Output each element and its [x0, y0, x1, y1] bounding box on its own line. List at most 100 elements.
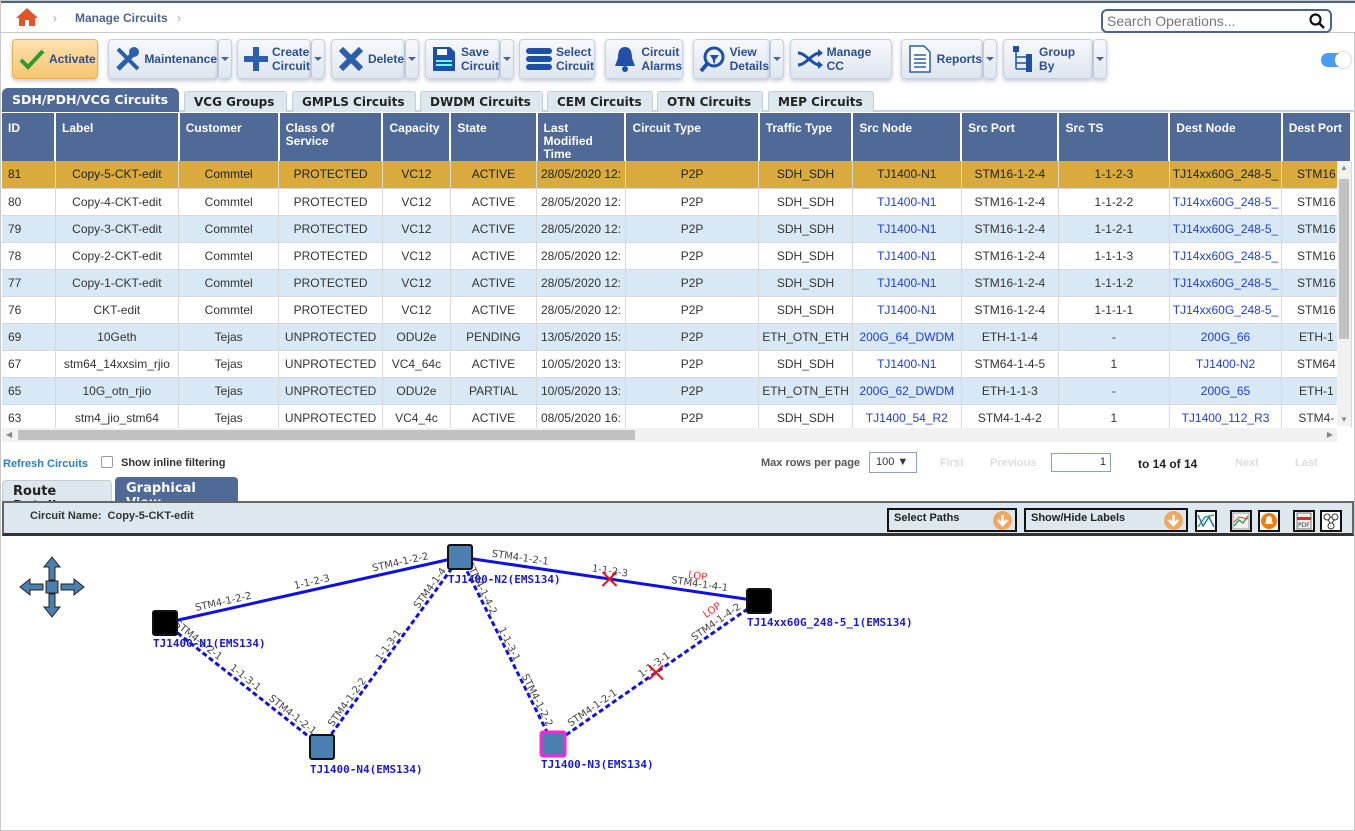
table-cell[interactable]: TJ1400-N1	[852, 215, 962, 243]
select-paths-dropdown[interactable]: Select Paths	[887, 508, 1017, 532]
table-cell[interactable]: TJ14xx60G_248-5_	[1169, 215, 1283, 243]
last-page-button[interactable]: Last	[1295, 457, 1318, 469]
table-cell[interactable]: TJ1400-N1	[852, 242, 962, 270]
create-circuit-button[interactable]: Create Circuit	[237, 39, 311, 79]
table-cell[interactable]: TJ1400-N1	[852, 296, 962, 324]
scroll-up-arrow[interactable]: ▲	[1340, 163, 1348, 172]
save-circuit-button[interactable]: Save Circuit	[425, 39, 500, 79]
activate-button[interactable]: Activate	[12, 39, 98, 79]
first-page-button[interactable]: First	[940, 457, 964, 469]
column-header[interactable]: Dest Port	[1281, 113, 1352, 161]
delete-button[interactable]: Delete	[331, 39, 405, 79]
breadcrumb-manage-circuits[interactable]: Manage Circuits	[75, 11, 168, 25]
table-cell[interactable]: TJ1400_54_R2	[852, 404, 962, 428]
column-header[interactable]: Src TS	[1058, 113, 1171, 161]
table-row[interactable]: 69 10Geth Tejas UNPROTECTED ODU2e PENDING 13/0…	[2, 323, 1352, 351]
table-horizontal-scrollbar[interactable]: ◀ ▶	[2, 428, 1337, 442]
table-row[interactable]: 63 stm4_jio_stm64 Tejas UNPROTECTED VC4_4c AC…	[2, 404, 1352, 428]
table-row[interactable]: 67 stm64_14xxsim_rjio Tejas UNPROTECTED VC4_…	[2, 350, 1352, 378]
reports-dropdown[interactable]	[983, 39, 997, 79]
tab-mep-circuits[interactable]: MEP Circuits	[768, 91, 874, 112]
column-header[interactable]: Class Of Service	[278, 113, 384, 161]
node-n1[interactable]	[152, 610, 178, 636]
previous-page-button[interactable]: Previous	[990, 457, 1036, 469]
show-hide-labels-dropdown[interactable]: Show/Hide Labels	[1024, 508, 1188, 532]
table-cell[interactable]: TJ1400_112_R3	[1169, 404, 1283, 428]
reports-button[interactable]: Reports	[901, 39, 983, 79]
scroll-down-arrow[interactable]: ▼	[1340, 415, 1348, 424]
table-row[interactable]: 65 10G_otn_rjio Tejas UNPROTECTED ODU2e PARTI…	[2, 377, 1352, 405]
tab-vcg-groups[interactable]: VCG Groups	[184, 91, 287, 112]
tab-otn-circuits[interactable]: OTN Circuits	[657, 91, 763, 112]
search-box[interactable]	[1101, 9, 1332, 33]
table-cell[interactable]: TJ1400-N1	[852, 188, 962, 216]
tab-sdh-pdh-vcg-circuits[interactable]: SDH/PDH/VCG Circuits	[2, 88, 179, 112]
node-n2[interactable]	[447, 544, 473, 570]
table-vertical-scrollbar[interactable]: ▲ ▼	[1337, 161, 1351, 426]
search-input[interactable]	[1107, 13, 1307, 29]
table-cell[interactable]: TJ14xx60G_248-5_	[1169, 296, 1283, 324]
scroll-thumb[interactable]	[1339, 179, 1349, 339]
table-row[interactable]: 76 CKT-edit Commtel PROTECTED VC12 ACTIVE 28/0…	[2, 296, 1352, 324]
chart-icon[interactable]	[1230, 510, 1252, 532]
table-cell[interactable]: TJ1400-N2	[1169, 350, 1283, 378]
next-page-button[interactable]: Next	[1235, 457, 1259, 469]
inline-filter-checkbox[interactable]	[101, 456, 113, 468]
table-cell[interactable]: 200G_62_DWDM	[852, 377, 962, 405]
max-rows-select[interactable]: 100 ▼	[869, 452, 917, 473]
alarm-icon[interactable]	[1258, 510, 1280, 532]
tab-gmpls-circuits[interactable]: GMPLS Circuits	[292, 91, 416, 112]
topology-nodes-icon[interactable]	[1320, 510, 1342, 532]
column-header[interactable]: Dest Node	[1169, 113, 1283, 161]
home-icon[interactable]	[15, 7, 39, 27]
column-header[interactable]: Circuit Type	[625, 113, 760, 161]
column-header[interactable]: State	[450, 113, 538, 161]
save-circuit-dropdown[interactable]	[500, 39, 514, 79]
pan-control-icon[interactable]	[19, 556, 85, 618]
column-header[interactable]: Src Node	[852, 113, 963, 161]
column-header[interactable]: ID	[2, 113, 57, 161]
scroll-thumb[interactable]	[18, 430, 635, 440]
scroll-left-arrow[interactable]: ◀	[6, 430, 12, 439]
maintenance-dropdown[interactable]	[218, 39, 232, 79]
table-cell[interactable]: TJ14xx60G_248-5_	[1169, 269, 1283, 297]
group-by-dropdown[interactable]	[1093, 39, 1107, 79]
column-header[interactable]: Src Port	[961, 113, 1060, 161]
table-cell[interactable]: TJ1400-N1	[852, 161, 962, 189]
select-circuit-button[interactable]: Select Circuit	[519, 39, 595, 79]
pdf-export-icon[interactable]: PDF	[1293, 510, 1315, 532]
view-details-dropdown[interactable]	[770, 39, 784, 79]
create-circuit-dropdown[interactable]	[311, 39, 325, 79]
node-n3[interactable]	[539, 730, 567, 758]
view-toggle[interactable]	[1321, 52, 1351, 68]
column-header[interactable]: Traffic Type	[758, 113, 854, 161]
scroll-right-arrow[interactable]: ▶	[1327, 430, 1333, 439]
group-by-button[interactable]: Group By	[1003, 39, 1093, 79]
table-cell[interactable]: TJ14xx60G_248-5_	[1169, 188, 1283, 216]
table-row[interactable]: 78 Copy-2-CKT-edit Commtel PROTECTED VC12 ACT…	[2, 242, 1352, 270]
column-header[interactable]: Last Modified Time	[536, 113, 627, 161]
search-icon[interactable]	[1308, 12, 1326, 30]
table-cell[interactable]: TJ14xx60G_248-5_	[1169, 242, 1283, 270]
tab-cem-circuits[interactable]: CEM Circuits	[547, 91, 653, 112]
column-header[interactable]: Label	[55, 113, 180, 161]
manage-cc-button[interactable]: Manage CC	[790, 39, 892, 79]
page-number-input[interactable]: 1	[1051, 453, 1111, 472]
refresh-circuits-link[interactable]: Refresh Circuits	[3, 458, 88, 470]
maintenance-button[interactable]: Maintenance	[108, 39, 218, 79]
table-row[interactable]: 77 Copy-1-CKT-edit Commtel PROTECTED VC12 ACT…	[2, 269, 1352, 297]
tab-route-details[interactable]: Route Details	[2, 480, 112, 514]
table-row[interactable]: 80 Copy-4-CKT-edit Commtel PROTECTED VC12 ACT…	[2, 188, 1352, 216]
column-header[interactable]: Customer	[178, 113, 280, 161]
graph-canvas[interactable]: STM4-1-2-2 1-1-2-3 STM4-1-2-2 STM4-1-2-1 1-1…	[2, 537, 1354, 827]
table-row[interactable]: 79 Copy-3-CKT-edit Commtel PROTECTED VC12 ACT…	[2, 215, 1352, 243]
table-cell[interactable]: TJ14xx60G_248-5_	[1169, 161, 1283, 189]
table-row[interactable]: 81 Copy-5-CKT-edit Commtel PROTECTED VC12 ACT…	[2, 161, 1352, 189]
delete-dropdown[interactable]	[405, 39, 419, 79]
table-cell[interactable]: TJ1400-N1	[852, 269, 962, 297]
view-details-button[interactable]: View Details	[693, 39, 770, 79]
circuit-alarms-button[interactable]: Circuit Alarms	[605, 39, 683, 79]
table-cell[interactable]: 200G_66	[1169, 323, 1283, 351]
table-cell[interactable]: 200G_64_DWDM	[852, 323, 962, 351]
topology-line-icon[interactable]	[1195, 510, 1217, 532]
